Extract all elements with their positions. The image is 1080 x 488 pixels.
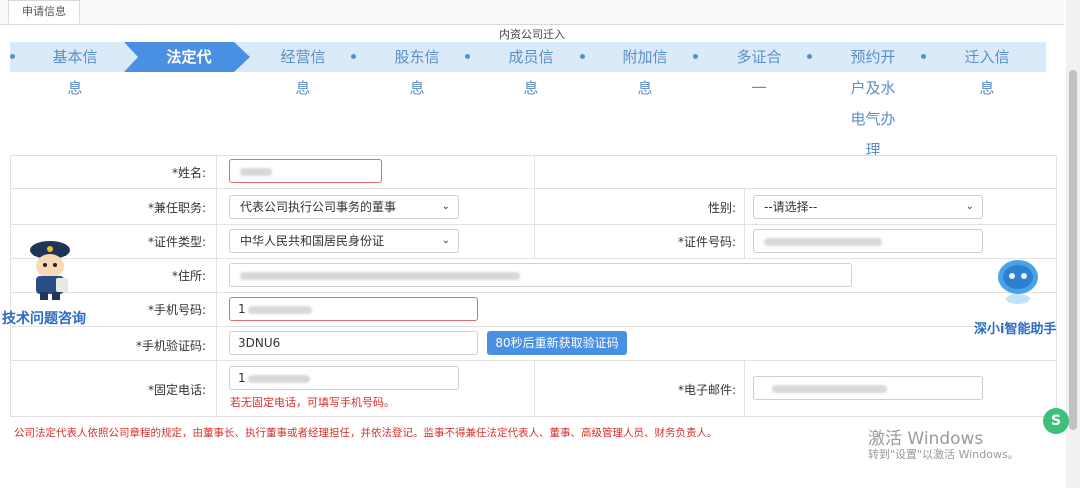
col-divider (216, 155, 217, 416)
row-divider (10, 292, 1056, 293)
activation-watermark-subtitle: 转到"设置"以激活 Windows。 (868, 448, 1019, 461)
step-5[interactable]: 成员信息 (474, 42, 588, 104)
step-label-line: 息 (295, 79, 311, 97)
id-number-input[interactable] (753, 229, 983, 253)
chevron-down-icon: ⌄ (965, 201, 974, 212)
id-type-select[interactable]: 中华人民共和国居民身份证 ⌄ (229, 229, 459, 253)
step-separator-dot (465, 54, 470, 59)
step-8[interactable]: 预约开户及水电气办理 (816, 42, 930, 166)
position-label: *兼任职务: (147, 201, 206, 215)
step-label-line: 息 (523, 79, 539, 97)
step-label-line: 法定代 (166, 48, 212, 66)
address-label: *住所: (171, 269, 206, 283)
step-separator-dot (351, 54, 356, 59)
legal-note: 公司法定代表人依照公司章程的规定，由董事长、执行董事或者经理担任，并依法登记。监… (14, 427, 718, 439)
step-separator-dot (807, 54, 812, 59)
green-s-icon[interactable]: S (1043, 408, 1069, 434)
position-select[interactable]: 代表公司执行公司事务的董事 ⌄ (229, 195, 459, 219)
tab-application-info[interactable]: 申请信息 (8, 0, 80, 24)
step-label-line: 迁入信 (964, 48, 1010, 66)
step-label-line: 息 (979, 79, 995, 97)
chevron-down-icon: ⌄ (441, 201, 450, 212)
gender-label: 性别: (707, 201, 736, 215)
address-input[interactable] (229, 263, 852, 287)
col-divider (534, 155, 535, 259)
step-separator-dot (921, 54, 926, 59)
masked-text (772, 385, 887, 393)
id-type-label: *证件类型: (147, 235, 206, 249)
mobile-label: *手机号码: (147, 303, 206, 317)
process-title: 内资公司迁入 (499, 28, 565, 41)
step-label-line: 经营信 (280, 48, 326, 66)
name-label: *姓名: (171, 166, 206, 180)
step-label-line: 户及水 (850, 79, 896, 97)
step-label-line: 息 (409, 79, 425, 97)
step-label-line: 成员信 (508, 48, 554, 66)
row-divider (10, 258, 1056, 259)
landline-label: *固定电话: (147, 383, 206, 397)
step-2[interactable]: 法定代 (132, 42, 246, 73)
step-label-line: 理 (865, 141, 881, 159)
police-mascot-icon[interactable] (22, 236, 78, 302)
name-input[interactable] (229, 159, 382, 183)
step-label-line: 多证合 (736, 48, 782, 66)
tech-support-link[interactable]: 技术问题咨询 (2, 308, 86, 328)
gender-select[interactable]: --请选择-- ⌄ (753, 195, 983, 219)
step-6[interactable]: 附加信息 (588, 42, 702, 104)
step-label-line: 息 (637, 79, 653, 97)
step-label-line: 股东信 (394, 48, 440, 66)
col-divider (534, 360, 535, 416)
step-label-line: 电气办 (850, 110, 896, 128)
step-3[interactable]: 经营信息 (246, 42, 360, 104)
step-1[interactable]: 基本信息 (18, 42, 132, 104)
col-divider (744, 188, 745, 258)
tab-bar: 申请信息 (0, 0, 1064, 25)
landline-input[interactable]: 1 (229, 366, 459, 390)
row-divider (10, 326, 1056, 327)
row-divider (10, 224, 1056, 225)
mobile-input[interactable]: 1 (229, 297, 478, 321)
step-label-line: 一 (751, 79, 767, 97)
masked-text (248, 375, 310, 383)
step-7[interactable]: 多证合一 (702, 42, 816, 104)
row-divider (10, 155, 1056, 156)
chevron-down-icon: ⌄ (441, 235, 450, 246)
masked-text (240, 272, 520, 280)
robot-assistant-icon[interactable] (992, 255, 1044, 305)
col-divider (10, 155, 11, 416)
step-separator-dot (693, 54, 698, 59)
row-divider (10, 416, 1056, 417)
email-label: *电子邮件: (677, 383, 736, 397)
sms-code-label: *手机验证码: (135, 339, 206, 353)
step-label-line: 附加信 (622, 48, 668, 66)
scroll-thumb[interactable] (1069, 70, 1077, 430)
vertical-scrollbar[interactable] (1066, 0, 1080, 488)
resend-code-button[interactable]: 80秒后重新获取验证码 (487, 331, 627, 355)
step-4[interactable]: 股东信息 (360, 42, 474, 104)
col-divider (744, 360, 745, 416)
row-divider (10, 188, 1056, 189)
sms-code-input[interactable]: 3DNU6 (229, 331, 478, 355)
col-divider (1056, 155, 1057, 416)
masked-text (764, 238, 882, 246)
step-separator-dot (10, 54, 15, 59)
step-separator-dot (580, 54, 585, 59)
step-label-line: 息 (67, 79, 83, 97)
step-9[interactable]: 迁入信息 (930, 42, 1044, 104)
masked-text (248, 306, 312, 314)
step-label-line: 预约开 (850, 48, 896, 66)
email-input[interactable] (753, 376, 983, 400)
masked-text (240, 168, 272, 176)
id-number-label: *证件号码: (677, 235, 736, 249)
robot-assistant-link[interactable]: 深小i智能助手 (974, 318, 1056, 337)
row-divider (10, 360, 1056, 361)
step-label-line: 基本信 (52, 48, 98, 66)
landline-hint: 若无固定电话，可填写手机号码。 (230, 396, 395, 409)
